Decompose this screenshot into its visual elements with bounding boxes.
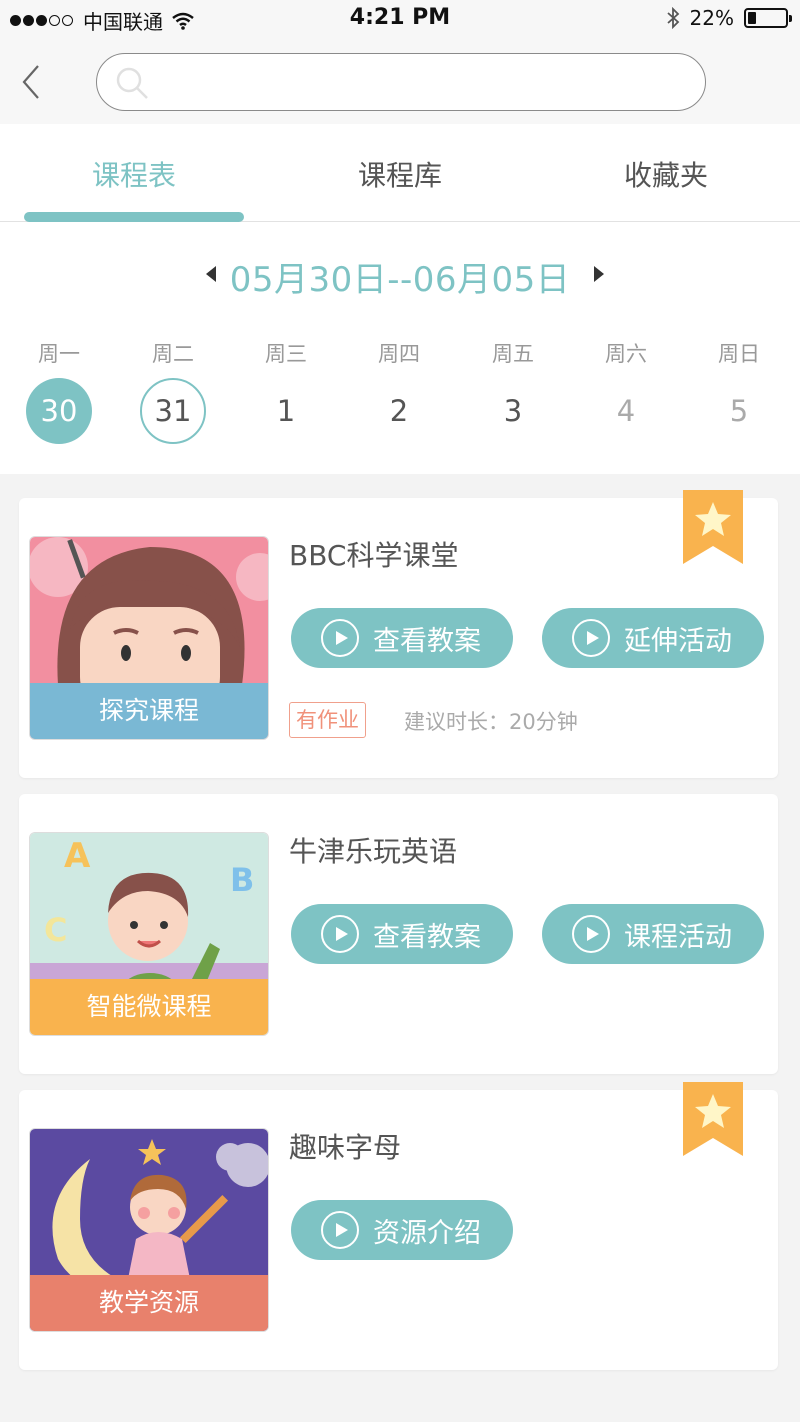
svg-text:B: B <box>230 861 254 899</box>
play-icon <box>572 619 610 657</box>
button-label: 查看教案 <box>373 625 481 657</box>
course-thumbnail[interactable]: A B C 智能微课程 <box>29 832 269 1036</box>
date-number: 31 <box>140 378 206 444</box>
weekday-label: 周二 <box>152 342 194 366</box>
tab-library[interactable]: 课程库 <box>290 154 510 194</box>
svg-text:A: A <box>64 836 91 876</box>
weekday-label: 周日 <box>718 342 760 366</box>
tab-schedule[interactable]: 课程表 <box>24 154 244 194</box>
play-icon <box>321 619 359 657</box>
resource-intro-button[interactable]: 资源介绍 <box>291 1200 513 1260</box>
status-bar: 中国联通 4:21 PM 22% <box>0 0 800 40</box>
homework-badge: 有作业 <box>289 702 366 738</box>
course-title: 牛津乐玩英语 <box>289 835 458 868</box>
week-range: 05月30日--06月05日 <box>229 260 571 300</box>
weekday-label: 周六 <box>605 342 647 366</box>
button-label: 资源介绍 <box>373 1217 481 1249</box>
view-lesson-plan-button[interactable]: 查看教案 <box>291 608 513 668</box>
navigation-bar <box>0 40 800 124</box>
course-card[interactable]: A B C 智能微课程 牛津乐玩英语 查看教案 课程活动 <box>19 794 778 1074</box>
battery-percent: 22% <box>689 6 734 30</box>
next-week-arrow-icon[interactable] <box>594 266 604 282</box>
weekday-label: 周一 <box>38 342 80 366</box>
bluetooth-icon <box>666 7 679 29</box>
date-number: 3 <box>503 394 523 428</box>
course-title: 趣味字母 <box>289 1131 402 1164</box>
date-number: 4 <box>616 394 636 428</box>
date-number: 2 <box>389 394 409 428</box>
favorite-star-ribbon-icon[interactable] <box>683 490 743 564</box>
extension-activity-button[interactable]: 延伸活动 <box>542 608 764 668</box>
view-lesson-plan-button[interactable]: 查看教案 <box>291 904 513 964</box>
week-picker: 05月30日--06月05日 周一 30 周二 31 周三 1 周四 2 周五 … <box>0 222 800 474</box>
button-label: 课程活动 <box>624 921 732 953</box>
weekday-label: 周四 <box>378 342 420 366</box>
course-category-label: 探究课程 <box>30 683 268 739</box>
svg-text:C: C <box>44 911 67 949</box>
search-icon <box>116 67 148 99</box>
course-category-label: 智能微课程 <box>30 979 268 1035</box>
course-card[interactable]: 探究课程 BBC科学课堂 查看教案 延伸活动 有作业 建议时长：20分钟 <box>19 498 778 778</box>
course-category-label: 教学资源 <box>30 1275 268 1331</box>
date-number: 30 <box>26 378 92 444</box>
button-label: 查看教案 <box>373 921 481 953</box>
back-chevron-icon[interactable] <box>18 62 42 102</box>
weekday-label: 周五 <box>492 342 534 366</box>
course-activity-button[interactable]: 课程活动 <box>542 904 764 964</box>
date-number: 5 <box>729 394 749 428</box>
course-card[interactable]: 教学资源 趣味字母 资源介绍 <box>19 1090 778 1370</box>
search-input[interactable] <box>96 53 706 111</box>
weekday-label: 周三 <box>265 342 307 366</box>
tab-favorites[interactable]: 收藏夹 <box>556 154 776 194</box>
favorite-star-ribbon-icon[interactable] <box>683 1082 743 1156</box>
button-label: 延伸活动 <box>624 625 732 657</box>
course-thumbnail[interactable]: 教学资源 <box>29 1128 269 1332</box>
play-icon <box>321 1211 359 1249</box>
tab-indicator <box>24 212 244 222</box>
tab-bar: 课程表 课程库 收藏夹 <box>0 124 800 222</box>
suggested-duration: 建议时长：20分钟 <box>404 710 578 734</box>
course-title: BBC科学课堂 <box>289 539 459 572</box>
date-number: 1 <box>276 394 296 428</box>
play-icon <box>572 915 610 953</box>
course-thumbnail[interactable]: 探究课程 <box>29 536 269 740</box>
battery-icon <box>744 8 792 28</box>
play-icon <box>321 915 359 953</box>
